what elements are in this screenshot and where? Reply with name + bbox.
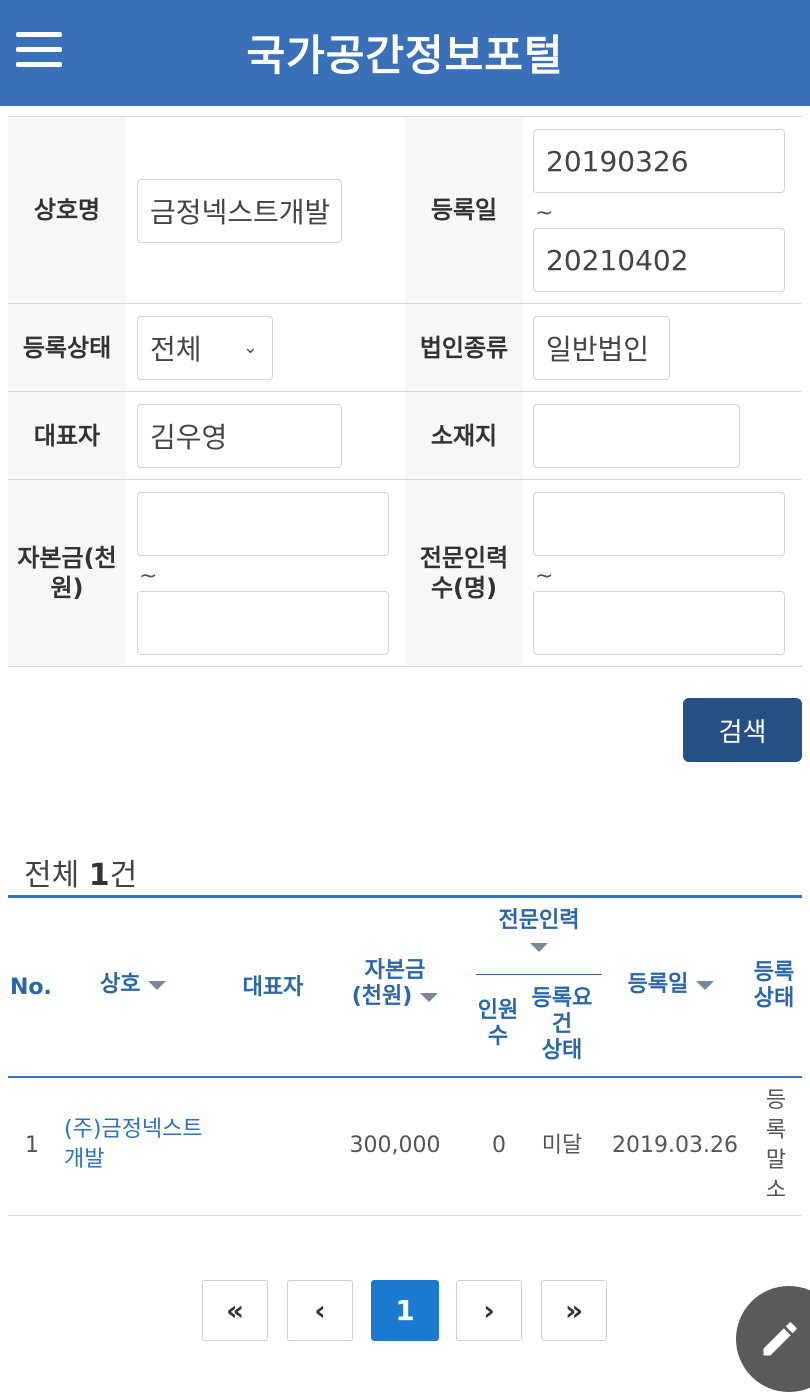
table-header-border [8, 1076, 802, 1078]
staff-label: 전문인력 수(명) [405, 480, 523, 666]
staff-to-input[interactable] [533, 591, 785, 655]
chevron-down-icon: ⌄ [242, 337, 258, 358]
cell-company-line2: 개발 [64, 1147, 105, 1172]
capital-label: 자본금(천 원) [8, 480, 126, 666]
col-header-req-line1: 등록요 [531, 986, 593, 1011]
col-header-company[interactable]: 상호 [100, 972, 190, 998]
capital-label-line1: 자본금(천 [17, 544, 117, 572]
col-header-status: 등록 상태 [748, 960, 800, 1012]
reg-status-label: 등록상태 [8, 304, 126, 391]
capital-from-input[interactable] [137, 492, 389, 556]
form-row-status-type: 등록상태 전체 ⌄ 법인종류 일반법인 [8, 303, 802, 391]
location-input[interactable] [533, 404, 740, 468]
reg-date-from-input[interactable]: 20190326 [533, 129, 785, 193]
edit-fab-button[interactable] [736, 1286, 810, 1392]
cell-no: 1 [25, 1133, 39, 1158]
table-top-border [8, 895, 802, 898]
sort-down-icon [696, 980, 715, 990]
col-header-reg-date-label: 등록일 [627, 972, 689, 997]
cell-status-char: 록 [765, 1118, 787, 1143]
total-suffix: 건 [109, 858, 138, 893]
col-header-staff-divider [476, 974, 602, 975]
total-prefix: 전체 [24, 858, 89, 893]
col-header-capital-line2: (천원) [340, 984, 450, 1010]
form-row-rep-location: 대표자 김우영 소재지 [8, 391, 802, 479]
app-title: 국가공간정보포털 [246, 31, 564, 80]
cell-status: 등 록 말 소 [750, 1086, 802, 1206]
col-header-staff-count-line2: 수 [487, 1024, 509, 1049]
col-header-req-status: 등록요 건 상태 [524, 986, 600, 1064]
representative-input[interactable]: 김우영 [137, 404, 342, 468]
reg-status-value: 전체 [150, 333, 202, 366]
cell-staff-count: 0 [492, 1133, 506, 1158]
capital-label-line2: 원) [50, 574, 84, 602]
last-page-button[interactable]: » [541, 1280, 607, 1341]
corp-type-label: 법인종류 [405, 304, 523, 391]
staff-label-line2: 수(명) [430, 574, 498, 602]
col-header-req-line3: 상태 [541, 1038, 583, 1063]
prev-page-button[interactable]: ‹ [287, 1280, 353, 1341]
cell-reg-date: 2019.03.26 [612, 1133, 738, 1158]
staff-label-line1: 전문인력 [419, 544, 509, 572]
col-header-rep: 대표자 [242, 975, 304, 1000]
col-header-capital-unit: (천원) [351, 984, 413, 1009]
first-page-button[interactable]: « [202, 1280, 268, 1341]
table-row-border [8, 1215, 802, 1216]
col-header-req-line2: 건 [551, 1012, 573, 1037]
col-header-capital[interactable]: 자본금 (천원) [340, 958, 450, 1010]
corp-type-value: 일반법인 [546, 333, 650, 366]
reg-date-tilde: ~ [535, 201, 554, 226]
company-name-input[interactable]: 금정넥스트개발 [137, 179, 342, 243]
col-header-status-line1: 등록 [753, 960, 795, 985]
staff-tilde: ~ [535, 564, 554, 589]
col-header-capital-line1: 자본금 [364, 958, 426, 983]
result-total: 전체 1건 [24, 850, 137, 894]
col-header-status-line2: 상태 [753, 986, 795, 1011]
reg-status-select[interactable]: 전체 ⌄ [137, 316, 273, 380]
col-header-staff[interactable]: 전문인력 [476, 908, 602, 960]
corp-type-select[interactable]: 일반법인 [533, 316, 670, 380]
col-header-no: No. [10, 975, 52, 1000]
col-header-reg-date[interactable]: 등록일 [612, 972, 730, 998]
location-label: 소재지 [405, 392, 523, 479]
cell-status-char: 말 [765, 1148, 787, 1173]
reg-date-to-input[interactable]: 20210402 [533, 228, 785, 292]
search-button[interactable]: 검색 [683, 698, 802, 762]
company-name-label: 상호명 [8, 117, 126, 303]
cell-company-link[interactable]: (주)금정넥스트 개발 [64, 1115, 234, 1175]
app-header: 국가공간정보포털 [0, 0, 810, 106]
col-header-staff-label: 전문인력 [498, 908, 580, 933]
cell-status-char: 소 [765, 1178, 787, 1203]
col-header-staff-count-line1: 인원 [477, 998, 519, 1023]
total-count: 1 [88, 858, 110, 893]
cell-status-char: 등 [765, 1088, 787, 1113]
capital-to-input[interactable] [137, 591, 389, 655]
cell-capital: 300,000 [349, 1133, 441, 1158]
form-row-capital-staff: 자본금(천 원) ~ 전문인력 수(명) ~ [8, 479, 802, 666]
form-row-name-date: 상호명 금정넥스트개발 등록일 20190326 ~ 20210402 [8, 116, 802, 303]
pencil-icon [763, 1322, 797, 1356]
representative-label: 대표자 [8, 392, 126, 479]
cell-req-status: 미달 [541, 1133, 583, 1158]
next-page-button[interactable]: › [456, 1280, 522, 1341]
col-header-staff-count: 인원 수 [474, 998, 522, 1050]
cell-company-line1: (주)금정넥스트 [64, 1117, 203, 1142]
sort-down-icon [420, 992, 439, 1002]
sort-down-icon [530, 942, 548, 952]
page-1-button[interactable]: 1 [371, 1280, 439, 1341]
col-header-staff-sort [476, 934, 602, 960]
reg-date-label: 등록일 [405, 117, 523, 303]
col-header-company-label: 상호 [100, 972, 141, 997]
sort-down-icon [148, 980, 167, 990]
form-bottom-border [8, 666, 802, 667]
staff-from-input[interactable] [533, 492, 785, 556]
capital-tilde: ~ [139, 564, 158, 589]
